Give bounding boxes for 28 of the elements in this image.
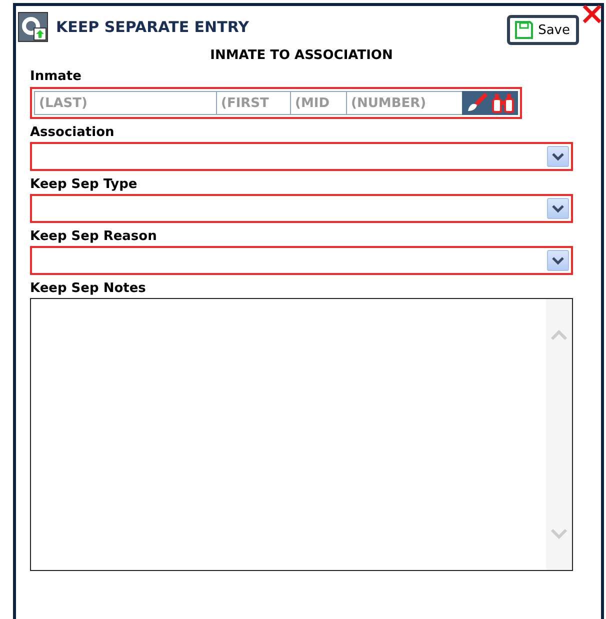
binoculars-icon[interactable] (491, 92, 515, 114)
chevron-down-icon (552, 152, 564, 160)
name-input[interactable]: (NUMBER) (346, 91, 462, 115)
name-input[interactable]: (LAST) (34, 91, 216, 115)
close-icon[interactable] (581, 3, 603, 25)
field-label: Keep Sep Type (30, 177, 138, 192)
app-icon (18, 12, 48, 42)
field-label: Association (30, 125, 114, 140)
floppy-icon (514, 20, 534, 40)
window-title: KEEP SEPARATE ENTRY (56, 18, 250, 36)
inmate-field[interactable]: (LAST) (FIRST (MID (NUMBER) (30, 87, 522, 119)
dropdown-field[interactable] (30, 246, 573, 275)
dropdown-field[interactable] (30, 194, 573, 223)
dropdown-button[interactable] (547, 250, 569, 271)
name-input[interactable]: (MID (290, 91, 346, 115)
dropdown-field[interactable] (30, 142, 573, 171)
field-label: Keep Sep Reason (30, 229, 157, 244)
save-button[interactable]: Save (507, 15, 579, 45)
name-input[interactable]: (FIRST (216, 91, 290, 115)
brush-icon[interactable] (465, 92, 489, 114)
field-label: Inmate (30, 69, 82, 84)
section-title: INMATE TO ASSOCIATION (209, 48, 394, 63)
notes-field[interactable] (30, 298, 573, 571)
dropdown-button[interactable] (547, 146, 569, 167)
dropdown-button[interactable] (547, 198, 569, 219)
chevron-down-icon (552, 256, 564, 264)
chevron-down-icon (552, 204, 564, 212)
field-label: Keep Sep Notes (30, 281, 146, 296)
